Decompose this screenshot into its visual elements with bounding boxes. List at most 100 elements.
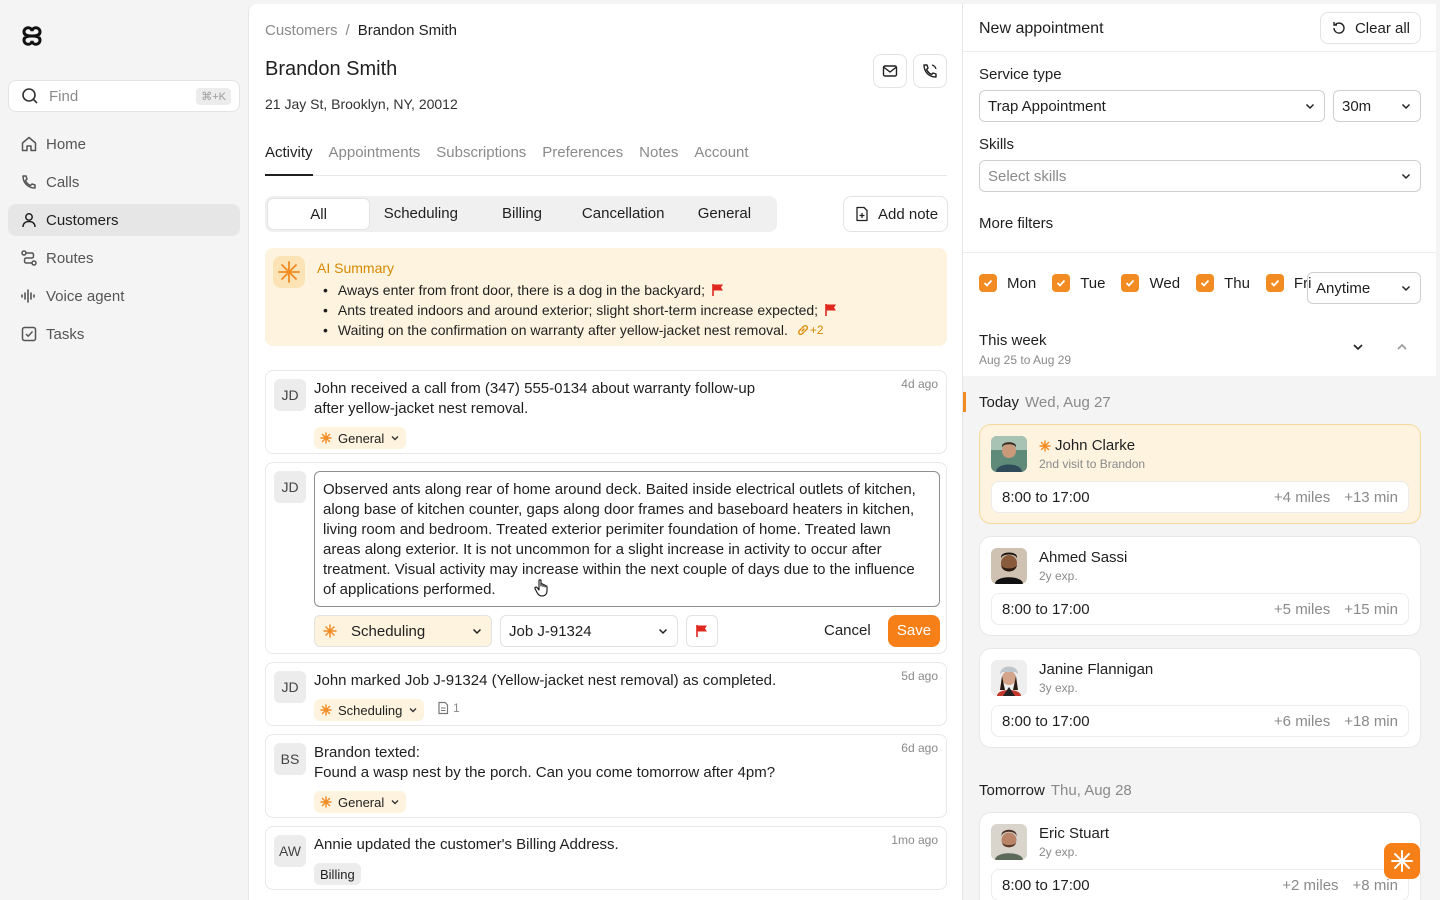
activity-item: JD John marked Job J-91324 (Yellow-jacke…: [265, 662, 947, 726]
sidebar-item-routes[interactable]: Routes: [8, 242, 240, 274]
filter-general[interactable]: General: [674, 198, 775, 230]
search-placeholder: Find: [49, 87, 79, 105]
service-type-label: Service type: [979, 66, 1062, 83]
ai-summary-item-text: Waiting on the confirmation on warranty …: [337, 322, 788, 338]
sidebar-item-calls[interactable]: Calls: [8, 166, 240, 198]
search-input[interactable]: Find ⌘+K: [8, 80, 240, 112]
category-tag[interactable]: Scheduling: [314, 699, 425, 721]
save-button[interactable]: Save: [888, 615, 940, 647]
time-slot[interactable]: 8:00 to 17:00 +5 miles +15 min: [991, 593, 1409, 625]
avatar: [991, 548, 1027, 584]
checkbox-checked-icon: [1196, 274, 1215, 292]
category-tag-label: General: [338, 794, 385, 810]
breadcrumb-parent[interactable]: Customers: [265, 22, 338, 39]
tab-preferences[interactable]: Preferences: [542, 144, 623, 176]
sidebar-item-label: Home: [46, 135, 87, 153]
filter-cancellation[interactable]: Cancellation: [573, 198, 674, 230]
ai-assistant-button[interactable]: [1384, 843, 1420, 879]
sidebar-item-label: Voice agent: [46, 287, 125, 305]
app-logo-icon[interactable]: [20, 24, 44, 48]
list-item: Waiting on the confirmation on warranty …: [323, 320, 838, 340]
day-heading-date: Thu, Aug 28: [1050, 782, 1132, 799]
technician-card[interactable]: Eric Stuart 2y exp. 8:00 to 17:00 +2 mil…: [979, 812, 1421, 900]
weekday-selector: Mon Tue Wed Thu Fri: [979, 274, 1327, 292]
day-label: Wed: [1149, 274, 1181, 292]
avatar: JD: [274, 671, 306, 703]
new-appointment-panel: New appointment Clear all Service type T…: [962, 4, 1436, 900]
sidebar-item-home[interactable]: Home: [8, 128, 240, 160]
sparkle-icon: [320, 704, 332, 716]
call-button[interactable]: [913, 54, 947, 88]
clear-all-button[interactable]: Clear all: [1319, 12, 1421, 44]
activity-text-line: John received a call from (347) 555-0134…: [314, 380, 756, 397]
category-select[interactable]: Scheduling: [314, 615, 492, 647]
time-slot[interactable]: 8:00 to 17:00 +4 miles +13 min: [991, 481, 1409, 513]
service-type-select[interactable]: Trap Appointment: [979, 90, 1325, 122]
breadcrumb-current: Brandon Smith: [357, 22, 457, 39]
day-checkbox-tue[interactable]: Tue: [1052, 274, 1105, 292]
activity-text: Annie updated the customer's Billing Add…: [314, 836, 619, 853]
category-tag[interactable]: Billing: [314, 863, 361, 885]
activity-filter: All Scheduling Billing Cancellation Gene…: [265, 196, 777, 232]
time-window-value: Anytime: [1316, 279, 1371, 297]
day-heading-tomorrow: Tomorrow Thu, Aug 28: [979, 782, 1132, 799]
time-window-select[interactable]: Anytime: [1307, 272, 1421, 304]
sidebar-item-customers[interactable]: Customers: [8, 204, 240, 236]
divider: [963, 252, 1436, 253]
avatar: AW: [274, 835, 306, 867]
category-tag-label: Scheduling: [338, 702, 403, 718]
sparkle-icon: [323, 624, 337, 638]
flag-button[interactable]: [686, 615, 718, 647]
tab-subscriptions[interactable]: Subscriptions: [436, 144, 526, 176]
tab-activity[interactable]: Activity: [265, 144, 313, 176]
day-checkbox-fri[interactable]: Fri: [1265, 274, 1311, 292]
cancel-button[interactable]: Cancel: [824, 615, 871, 647]
category-tag[interactable]: General: [314, 791, 407, 813]
note-editor[interactable]: Observed ants along rear of home around …: [314, 471, 940, 607]
chevron-up-icon[interactable]: [1395, 340, 1409, 354]
add-note-button[interactable]: Add note: [843, 196, 948, 232]
technician-name-text: Janine Flannigan: [1039, 661, 1154, 678]
sidebar-item-tasks[interactable]: Tasks: [8, 318, 240, 350]
avatar: BS: [274, 743, 306, 775]
page-title: Brandon Smith: [265, 58, 398, 80]
email-button[interactable]: [873, 54, 907, 88]
time-slot-range: 8:00 to 17:00: [1002, 876, 1090, 894]
day-checkbox-thu[interactable]: Thu: [1196, 274, 1250, 292]
time-slot-minutes: +18 min: [1344, 712, 1398, 730]
filter-scheduling[interactable]: Scheduling: [370, 198, 471, 230]
time-slot[interactable]: 8:00 to 17:00 +6 miles +18 min: [991, 705, 1409, 737]
time-slot[interactable]: 8:00 to 17:00 +2 miles +8 min: [991, 869, 1409, 900]
tab-notes[interactable]: Notes: [639, 144, 678, 176]
duration-select[interactable]: 30m: [1333, 90, 1421, 122]
attachments[interactable]: 1: [436, 701, 460, 715]
activity-text-line: after yellow-jacket nest removal.: [314, 400, 529, 417]
chevron-down-icon[interactable]: [1351, 340, 1365, 354]
sparkle-icon: [1391, 850, 1413, 872]
filter-billing[interactable]: Billing: [471, 198, 572, 230]
technician-card[interactable]: Ahmed Sassi 2y exp. 8:00 to 17:00 +5 mil…: [979, 536, 1421, 636]
tab-account[interactable]: Account: [694, 144, 748, 176]
sidebar-item-voice-agent[interactable]: Voice agent: [8, 280, 240, 312]
technician-card[interactable]: Janine Flannigan 3y exp. 8:00 to 17:00 +…: [979, 648, 1421, 748]
time-slot-miles: +2 miles: [1282, 876, 1339, 894]
skills-select[interactable]: Select skills: [979, 160, 1421, 192]
avatar: JD: [274, 379, 306, 411]
category-tag-label: General: [338, 430, 385, 446]
tab-appointments[interactable]: Appointments: [329, 144, 421, 176]
duration-value: 30m: [1342, 97, 1372, 115]
job-select[interactable]: Job J-91324: [500, 615, 678, 647]
day-checkbox-wed[interactable]: Wed: [1121, 274, 1180, 292]
technician-name-text: John Clarke: [1055, 437, 1136, 454]
category-tag[interactable]: General: [314, 427, 407, 449]
technician-card[interactable]: John Clarke 2nd visit to Brandon 8:00 to…: [979, 424, 1421, 524]
technician-name-text: Ahmed Sassi: [1039, 549, 1128, 566]
activity-item: AW Annie updated the customer's Billing …: [265, 826, 947, 890]
add-note-label: Add note: [878, 205, 939, 223]
more-filters-link[interactable]: More filters: [979, 215, 1053, 232]
linked-items-badge[interactable]: +2: [796, 323, 824, 337]
week-selector[interactable]: This week Aug 25 to Aug 29: [979, 332, 1071, 367]
filter-all[interactable]: All: [267, 198, 371, 230]
day-checkbox-mon[interactable]: Mon: [979, 274, 1036, 292]
activity-item: JD John received a call from (347) 555-0…: [265, 370, 947, 454]
